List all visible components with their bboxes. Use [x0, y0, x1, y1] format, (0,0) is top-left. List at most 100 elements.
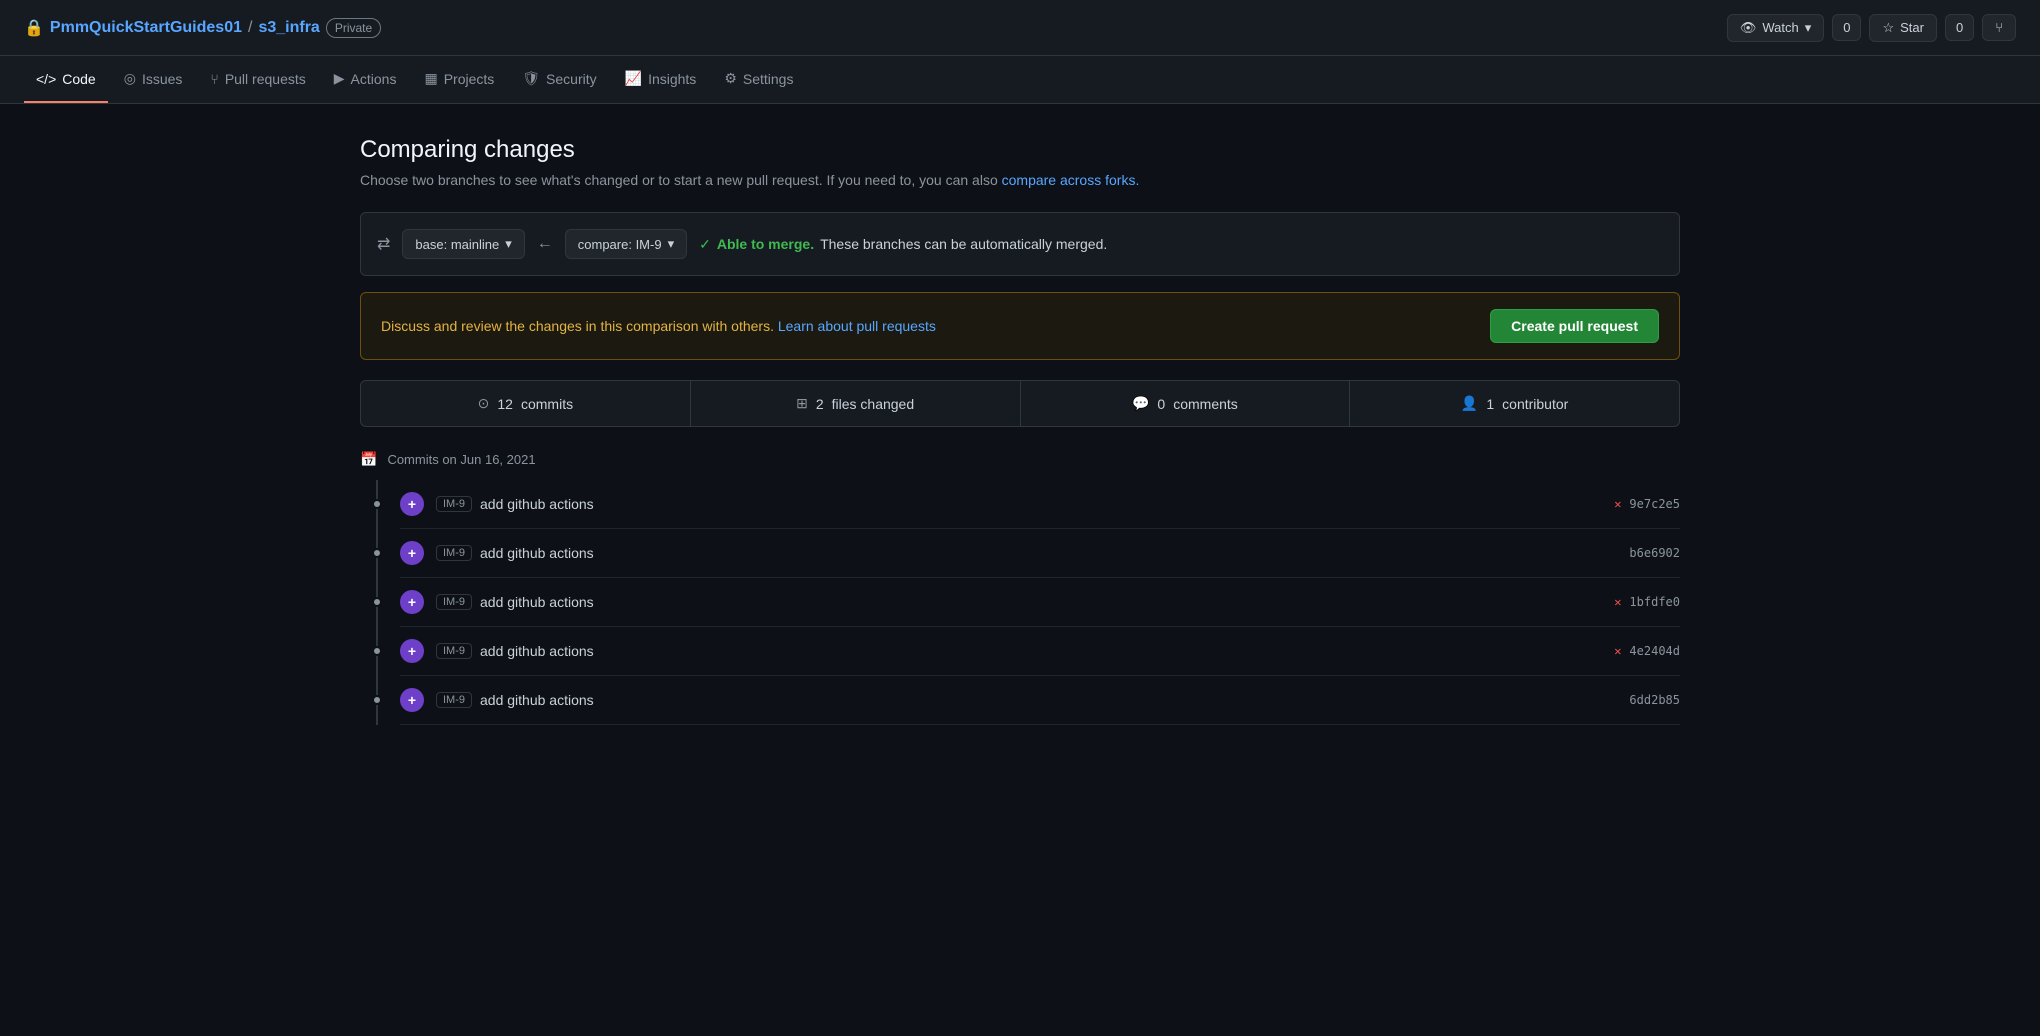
commit-dot: [372, 646, 382, 656]
x-icon: ✕: [1614, 595, 1621, 609]
projects-icon: ▦: [424, 70, 437, 87]
commit-info: IM-9 add github actions: [436, 643, 1602, 659]
hash-value[interactable]: b6e6902: [1629, 546, 1680, 560]
commit-branch: IM-9: [436, 692, 472, 708]
commit-branch: IM-9: [436, 643, 472, 659]
stat-files[interactable]: ⊞ 2 files changed: [691, 381, 1021, 426]
org-name[interactable]: PmmQuickStartGuides01: [50, 19, 242, 37]
page-title: Comparing changes: [360, 136, 1680, 164]
commit-item: IM-9 add github actions ✕ 9e7c2e5: [400, 480, 1680, 529]
private-badge: Private: [326, 18, 381, 38]
base-branch-select[interactable]: base: mainline ▾: [402, 229, 524, 259]
nav-tabs: </> Code ◎ Issues ⑂ Pull requests ▶ Acti…: [0, 56, 2040, 104]
merge-status: ✓ Able to merge. These branches can be a…: [699, 236, 1107, 253]
compare-across-forks-link[interactable]: compare across forks.: [1002, 172, 1140, 188]
commit-item: IM-9 add github actions b6e6902: [400, 529, 1680, 578]
commit-message[interactable]: add github actions: [480, 594, 594, 610]
star-icon: ☆: [1882, 20, 1894, 36]
star-label: Star: [1900, 20, 1924, 35]
chevron-down-icon: ▾: [668, 236, 675, 252]
commit-hash: ✕ 1bfdfe0: [1614, 595, 1680, 609]
swap-icon: ⇄: [377, 234, 390, 254]
commit-hash: ✕ 9e7c2e5: [1614, 497, 1680, 511]
page-subtitle: Choose two branches to see what's change…: [360, 172, 1680, 188]
stat-comments[interactable]: 💬 0 comments: [1021, 381, 1351, 426]
watch-button[interactable]: 👁 Watch ▾: [1727, 14, 1824, 42]
comments-label: comments: [1173, 396, 1238, 412]
tab-settings-label: Settings: [743, 71, 794, 87]
avatar: [400, 492, 424, 516]
commit-message[interactable]: add github actions: [480, 692, 594, 708]
stat-contributors[interactable]: 👤 1 contributor: [1350, 381, 1679, 426]
commits-label: commits: [521, 396, 573, 412]
star-count: 0: [1945, 14, 1974, 41]
tab-issues[interactable]: ◎ Issues: [112, 56, 195, 103]
able-to-merge-text: Able to merge.: [717, 236, 814, 252]
tab-pull-requests[interactable]: ⑂ Pull requests: [198, 57, 317, 103]
settings-icon: ⚙: [724, 70, 737, 87]
commits-date-header: 📅 Commits on Jun 16, 2021: [360, 451, 1680, 468]
learn-link[interactable]: Learn about pull requests: [778, 318, 936, 334]
commit-info: IM-9 add github actions: [436, 594, 1602, 610]
tab-settings[interactable]: ⚙ Settings: [712, 56, 805, 103]
stat-commits[interactable]: ⊙ 12 commits: [361, 381, 691, 426]
commit-message[interactable]: add github actions: [480, 643, 594, 659]
tab-issues-label: Issues: [142, 71, 182, 87]
files-count: 2: [816, 396, 824, 412]
contributors-icon: 👤: [1461, 395, 1478, 412]
commit-item: IM-9 add github actions ✕ 4e2404d: [400, 627, 1680, 676]
repo-name[interactable]: s3_infra: [258, 19, 319, 37]
star-button[interactable]: ☆ Star: [1869, 14, 1937, 42]
calendar-icon: 📅: [360, 451, 377, 468]
avatar: [400, 688, 424, 712]
repo-title: 🔒 PmmQuickStartGuides01 / s3_infra Priva…: [24, 18, 381, 38]
compare-branch-select[interactable]: compare: IM-9 ▾: [565, 229, 687, 259]
chevron-down-icon: ▾: [505, 236, 512, 252]
commit-dot: [372, 499, 382, 509]
actions-icon: ▶: [334, 70, 345, 87]
security-icon: 🛡: [522, 70, 540, 87]
commit-info: IM-9 add github actions: [436, 545, 1617, 561]
chevron-down-icon: ▾: [1805, 20, 1812, 36]
commit-hash: ✕ 4e2404d: [1614, 644, 1680, 658]
notification-text: Discuss and review the changes in this c…: [381, 318, 936, 334]
commit-timeline: IM-9 add github actions ✕ 9e7c2e5 IM-9 a…: [360, 480, 1680, 725]
main-content: Comparing changes Choose two branches to…: [320, 104, 1720, 757]
eye-icon: 👁: [1740, 20, 1757, 36]
commit-dot: [372, 695, 382, 705]
x-icon: ✕: [1614, 497, 1621, 511]
compare-branch-label: compare: IM-9: [578, 237, 662, 252]
tab-pull-requests-label: Pull requests: [225, 71, 306, 87]
tab-insights-label: Insights: [648, 71, 696, 87]
comments-icon: 💬: [1132, 395, 1149, 412]
fork-icon: ⑂: [1995, 20, 2003, 35]
tab-projects[interactable]: ▦ Projects: [412, 56, 506, 103]
commits-count: 12: [497, 396, 513, 412]
commit-dot: [372, 597, 382, 607]
hash-value[interactable]: 6dd2b85: [1629, 693, 1680, 707]
tab-code[interactable]: </> Code: [24, 57, 108, 103]
commit-item: IM-9 add github actions ✕ 1bfdfe0: [400, 578, 1680, 627]
tab-security[interactable]: 🛡 Security: [510, 56, 608, 103]
separator: /: [248, 19, 252, 37]
hash-value[interactable]: 4e2404d: [1629, 644, 1680, 658]
watch-count: 0: [1832, 14, 1861, 41]
fork-button[interactable]: ⑂: [1982, 14, 2016, 41]
tab-code-label: Code: [62, 71, 95, 87]
hash-value[interactable]: 9e7c2e5: [1629, 497, 1680, 511]
tab-actions[interactable]: ▶ Actions: [322, 56, 409, 103]
commit-branch: IM-9: [436, 545, 472, 561]
avatar: [400, 541, 424, 565]
checkmark-icon: ✓: [699, 236, 711, 253]
create-pr-button[interactable]: Create pull request: [1490, 309, 1659, 343]
tab-projects-label: Projects: [444, 71, 495, 87]
contributors-count: 1: [1486, 396, 1494, 412]
commit-message[interactable]: add github actions: [480, 496, 594, 512]
top-bar-actions: 👁 Watch ▾ 0 ☆ Star 0 ⑂: [1727, 14, 2016, 42]
hash-value[interactable]: 1bfdfe0: [1629, 595, 1680, 609]
commit-info: IM-9 add github actions: [436, 496, 1602, 512]
code-icon: </>: [36, 71, 56, 87]
x-icon: ✕: [1614, 644, 1621, 658]
tab-insights[interactable]: 📈 Insights: [613, 56, 709, 103]
commit-message[interactable]: add github actions: [480, 545, 594, 561]
